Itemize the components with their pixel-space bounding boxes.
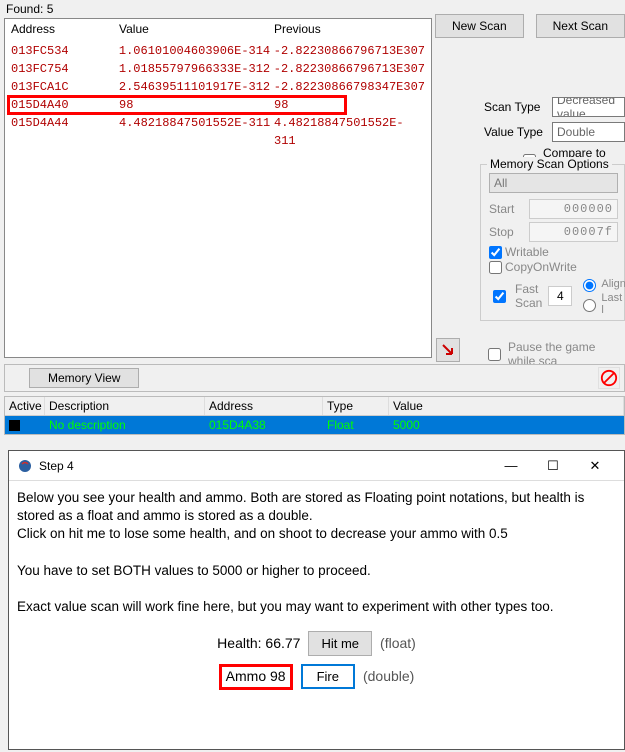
minimize-button[interactable]: — — [490, 452, 532, 480]
fastscan-checkbox[interactable] — [493, 290, 506, 303]
address-list-table[interactable]: Active Description Address Type Value No… — [4, 396, 625, 435]
next-scan-button[interactable]: Next Scan — [536, 14, 625, 38]
window-title: Step 4 — [39, 459, 490, 473]
float-hint: (float) — [380, 634, 416, 653]
col-type[interactable]: Type — [323, 397, 389, 415]
cell-address: 013FC754 — [11, 60, 119, 78]
value-type-dropdown[interactable]: Double — [552, 122, 625, 142]
maximize-button[interactable]: ☐ — [532, 452, 574, 480]
titlebar[interactable]: Step 4 — ☐ ✕ — [9, 451, 624, 481]
fire-button[interactable]: Fire — [301, 664, 355, 689]
col-value[interactable]: Value — [389, 397, 624, 415]
address-list-row[interactable]: No description 015D4A38 Float 5000 — [5, 416, 624, 434]
tutorial-text-4: Exact value scan will work fine here, bu… — [17, 598, 616, 616]
memory-scan-options-group: Memory Scan Options All Start 000000 Sto… — [480, 164, 625, 321]
cell-value: 98 — [119, 96, 274, 114]
col-address[interactable]: Address — [205, 397, 323, 415]
memory-region-dropdown[interactable]: All — [489, 173, 618, 193]
scan-results-panel: Address Value Previous 013FC5341.0610100… — [4, 18, 432, 358]
cell-value: 4.48218847501552E-311 — [119, 114, 274, 150]
scan-type-dropdown[interactable]: Decreased value — [552, 97, 625, 117]
fastscan-label: Fast Scan — [515, 282, 542, 310]
add-to-list-button[interactable] — [436, 338, 460, 362]
cell-previous: -2.82230866796713E307 — [274, 60, 425, 78]
clear-list-button[interactable] — [598, 367, 620, 389]
writable-label: Writable — [505, 245, 549, 259]
cell-value: 1.01855797966333E-312 — [119, 60, 274, 78]
tutorial-text-3: You have to set BOTH values to 5000 or h… — [17, 562, 616, 580]
memory-scan-options-title: Memory Scan Options — [487, 157, 612, 171]
cell-previous: 98 — [274, 96, 425, 114]
row-value[interactable]: 5000 — [389, 416, 624, 434]
row-description[interactable]: No description — [45, 416, 205, 434]
col-header-address[interactable]: Address — [11, 22, 119, 36]
start-label: Start — [489, 202, 529, 216]
cell-value: 1.06101004603906E-314 — [119, 42, 274, 60]
pause-game-checkbox[interactable] — [488, 348, 501, 361]
copyonwrite-label: CopyOnWrite — [505, 260, 577, 274]
arrow-down-right-icon — [440, 342, 456, 358]
last-radio[interactable] — [583, 299, 596, 312]
tutorial-window: Step 4 — ☐ ✕ Below you see your health a… — [8, 450, 625, 750]
cell-previous: -2.82230866796713E307 — [274, 42, 425, 60]
tutorial-text-2: Click on hit me to lose some health, and… — [17, 525, 616, 543]
results-header: Address Value Previous — [5, 19, 431, 42]
col-header-previous[interactable]: Previous — [274, 22, 425, 36]
health-label: Health: 66.77 — [217, 634, 300, 653]
align-label: Align — [601, 278, 625, 290]
result-row[interactable]: 013FCA1C2.54639511101917E-312-2.82230866… — [5, 78, 431, 96]
scan-type-label: Scan Type — [484, 100, 552, 114]
hit-me-button[interactable]: Hit me — [308, 631, 372, 656]
cell-previous: -2.82230866798347E307 — [274, 78, 425, 96]
row-address[interactable]: 015D4A38 — [205, 416, 323, 434]
fastscan-value-input[interactable] — [548, 286, 572, 306]
value-type-label: Value Type — [484, 125, 552, 139]
no-entry-icon — [600, 369, 618, 387]
toolbar-strip: Memory View — [4, 364, 625, 392]
last-label: Last l — [601, 292, 625, 316]
found-count: Found: 5 — [6, 2, 53, 16]
writable-checkbox[interactable] — [489, 246, 502, 259]
cell-address: 013FCA1C — [11, 78, 119, 96]
app-icon — [17, 458, 33, 474]
align-radio[interactable] — [583, 279, 596, 292]
ammo-label: Ammo 98 — [219, 664, 293, 690]
new-scan-button[interactable]: New Scan — [435, 14, 524, 38]
double-hint: (double) — [363, 667, 414, 686]
result-row[interactable]: 015D4A409898 — [5, 96, 431, 114]
result-row[interactable]: 013FC7541.01855797966333E-312-2.82230866… — [5, 60, 431, 78]
col-active[interactable]: Active — [5, 397, 45, 415]
row-type[interactable]: Float — [323, 416, 389, 434]
stop-label: Stop — [489, 225, 529, 239]
stop-input[interactable]: 00007f — [529, 222, 618, 242]
copyonwrite-checkbox[interactable] — [489, 261, 502, 274]
active-checkbox[interactable] — [9, 420, 20, 431]
result-row[interactable]: 015D4A444.48218847501552E-3114.482188475… — [5, 114, 431, 150]
cell-address: 013FC534 — [11, 42, 119, 60]
cell-value: 2.54639511101917E-312 — [119, 78, 274, 96]
col-description[interactable]: Description — [45, 397, 205, 415]
cell-address: 015D4A40 — [11, 96, 119, 114]
close-button[interactable]: ✕ — [574, 452, 616, 480]
result-row[interactable]: 013FC5341.06101004603906E-314-2.82230866… — [5, 42, 431, 60]
memory-view-button[interactable]: Memory View — [29, 368, 139, 388]
col-header-value[interactable]: Value — [119, 22, 274, 36]
address-list-header: Active Description Address Type Value — [5, 397, 624, 416]
cell-previous: 4.48218847501552E-311 — [274, 114, 425, 150]
tutorial-text-1: Below you see your health and ammo. Both… — [17, 489, 616, 525]
start-input[interactable]: 000000 — [529, 199, 618, 219]
cell-address: 015D4A44 — [11, 114, 119, 150]
